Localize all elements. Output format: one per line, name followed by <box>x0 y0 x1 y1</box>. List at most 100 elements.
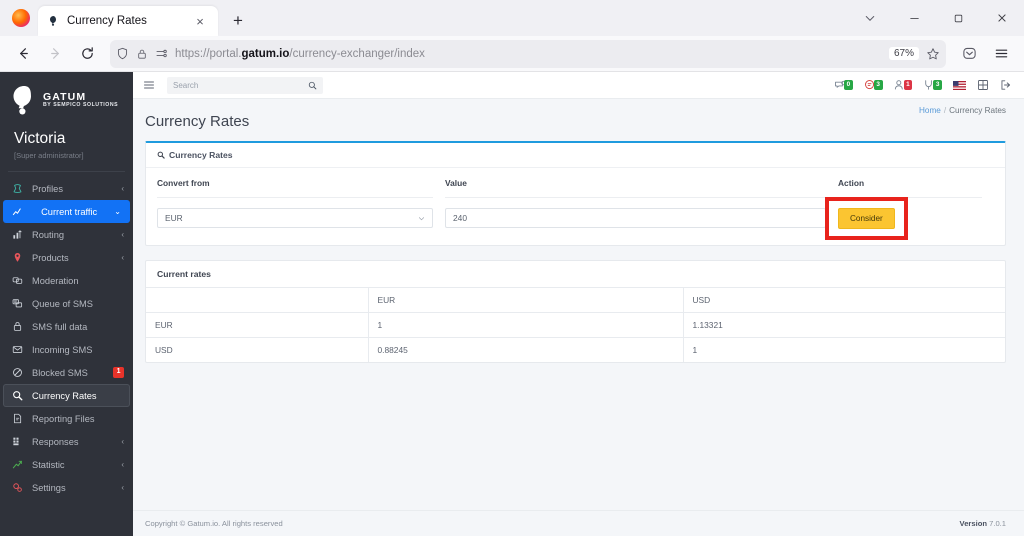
currency-form-card: Currency Rates Convert from EUR Value 24… <box>145 141 1006 246</box>
col-header-blank <box>146 288 369 313</box>
sidebar-item-label: Responses <box>32 436 79 447</box>
convert-from-select[interactable]: EUR <box>157 208 433 228</box>
breadcrumb-separator: / <box>943 106 947 115</box>
list-all-tabs-icon[interactable] <box>848 0 892 36</box>
forward-button[interactable] <box>40 40 70 68</box>
search-box[interactable] <box>167 76 323 94</box>
tab-title: Currency Rates <box>67 15 147 27</box>
blocked-sms-icon <box>11 367 24 378</box>
sidebar-item-profiles[interactable]: Profiles ‹ <box>0 177 133 200</box>
app-menu-icon[interactable] <box>986 40 1016 68</box>
sidebar-item-current-traffic[interactable]: Current traffic ⌄ <box>3 200 130 223</box>
rate-cell-eur: 0.88245 <box>368 337 684 362</box>
value-input[interactable] <box>445 208 826 228</box>
address-bar[interactable]: https://portal.gatum.io/currency-exchang… <box>110 39 946 68</box>
sms-balance-badge: 0 <box>844 80 853 90</box>
table-row: EUR 1 1.13321 <box>146 312 1005 338</box>
rates-table: EUR USD EUR 1 1.13321 USD 0.88245 1 <box>146 288 1005 362</box>
bookmark-star-icon[interactable] <box>926 47 940 61</box>
user-role: [Super administrator] <box>14 151 84 160</box>
search-input[interactable] <box>173 80 304 90</box>
rate-cell-usd: 1 <box>692 345 698 355</box>
statistic-icon <box>11 459 24 470</box>
footer-version-label: Version <box>959 519 987 528</box>
currency-form: Convert from EUR Value 240 Action Consid… <box>146 168 1005 245</box>
alerts-badge: 3 <box>873 80 883 90</box>
consider-button[interactable]: Consider <box>838 208 895 229</box>
rates-table-head: EUR USD <box>146 288 1005 313</box>
routing-icon <box>11 229 24 240</box>
rate-row-currency: EUR <box>146 312 369 338</box>
users-online-indicator[interactable]: 1 <box>894 79 913 91</box>
footer-version-number: 7.0.1 <box>989 519 1006 528</box>
reporting-files-icon <box>11 413 24 424</box>
reload-button[interactable] <box>72 40 102 68</box>
connection-indicator[interactable]: 3 <box>923 79 942 91</box>
permissions-icon[interactable] <box>155 47 168 60</box>
convert-from-label: Convert from <box>157 178 433 198</box>
sidebar-item-routing[interactable]: Routing ‹ <box>0 223 133 246</box>
search-icon <box>157 151 165 159</box>
back-button[interactable] <box>8 40 38 68</box>
new-tab-button[interactable]: + <box>228 11 248 31</box>
sidebar-item-blocked-sms[interactable]: Blocked SMS 1 <box>0 361 133 384</box>
close-window-button[interactable] <box>980 0 1024 36</box>
search-icon[interactable] <box>308 81 317 90</box>
sidebar-item-moderation[interactable]: Moderation <box>0 269 133 292</box>
logout-icon[interactable] <box>1000 79 1012 91</box>
sidebar-item-products[interactable]: Products ‹ <box>0 246 133 269</box>
breadcrumb-current: Currency Rates <box>949 106 1006 115</box>
convert-from-group: Convert from EUR <box>157 178 445 229</box>
zoom-level-indicator[interactable]: 67% <box>888 47 919 60</box>
maximize-button[interactable] <box>936 0 980 36</box>
sidebar-item-statistic[interactable]: Statistic ‹ <box>0 453 133 476</box>
url-domain: gatum.io <box>241 47 290 60</box>
rate-row-currency: USD <box>146 337 369 362</box>
connection-badge: 3 <box>933 80 942 90</box>
action-group: Action Consider <box>825 178 994 240</box>
consider-button-wrapper: Consider <box>825 197 908 240</box>
shield-icon[interactable] <box>116 47 129 60</box>
sidebar-item-label: Statistic <box>32 459 65 470</box>
currency-form-card-title: Currency Rates <box>169 150 233 160</box>
us-flag-icon[interactable] <box>953 80 966 90</box>
pocket-icon[interactable] <box>954 40 984 68</box>
app-footer: Copyright © Gatum.io. All rights reserve… <box>133 510 1024 536</box>
table-header-row: EUR USD <box>146 288 1005 313</box>
moderation-icon <box>11 275 24 286</box>
sidebar-item-label: Products <box>32 252 69 263</box>
alerts-indicator[interactable]: 3 <box>864 79 883 91</box>
sms-balance-indicator[interactable]: 0 <box>834 79 853 91</box>
sidebar-item-sms-full-data[interactable]: SMS full data <box>0 315 133 338</box>
grid-apps-icon[interactable] <box>977 79 989 91</box>
responses-icon <box>11 436 24 447</box>
close-tab-icon[interactable]: × <box>190 11 210 31</box>
sidebar-toggle-icon[interactable] <box>143 79 159 91</box>
sidebar-nav: Profiles ‹ Current traffic ⌄ Routing ‹ Product… <box>0 172 133 499</box>
app-topbar: 0 3 1 3 <box>133 72 1024 99</box>
col-header-eur: EUR <box>368 288 684 313</box>
page-title: Currency Rates <box>145 113 250 130</box>
lock-icon[interactable] <box>136 48 148 60</box>
window-controls <box>848 0 1024 36</box>
browser-tab[interactable]: Currency Rates × <box>38 6 218 36</box>
sidebar-item-currency-rates[interactable]: Currency Rates <box>3 384 130 407</box>
url-text[interactable]: https://portal.gatum.io/currency-exchang… <box>175 48 882 60</box>
url-prefix: https://portal. <box>175 47 242 60</box>
main-area: 0 3 1 3 <box>133 72 1024 536</box>
settings-icon <box>11 482 24 493</box>
sidebar-item-incoming-sms[interactable]: Incoming SMS <box>0 338 133 361</box>
minimize-button[interactable] <box>892 0 936 36</box>
topbar-indicators: 0 3 1 3 <box>834 79 1014 91</box>
sidebar-item-queue-of-sms[interactable]: Queue of SMS <box>0 292 133 315</box>
chevron-left-icon: ‹ <box>121 460 124 469</box>
sidebar-item-responses[interactable]: Responses ‹ <box>0 430 133 453</box>
sidebar-item-label: Routing <box>32 229 65 240</box>
sidebar-item-settings[interactable]: Settings ‹ <box>0 476 133 499</box>
sidebar-item-reporting-files[interactable]: Reporting Files <box>0 407 133 430</box>
breadcrumb-home-link[interactable]: Home <box>919 106 941 115</box>
sidebar-item-label: Current traffic <box>41 206 98 217</box>
chevron-left-icon: ‹ <box>121 483 124 492</box>
chevron-down-icon: ⌄ <box>114 207 121 216</box>
browser-window: Currency Rates × + https://portal.gatum.… <box>0 0 1024 536</box>
